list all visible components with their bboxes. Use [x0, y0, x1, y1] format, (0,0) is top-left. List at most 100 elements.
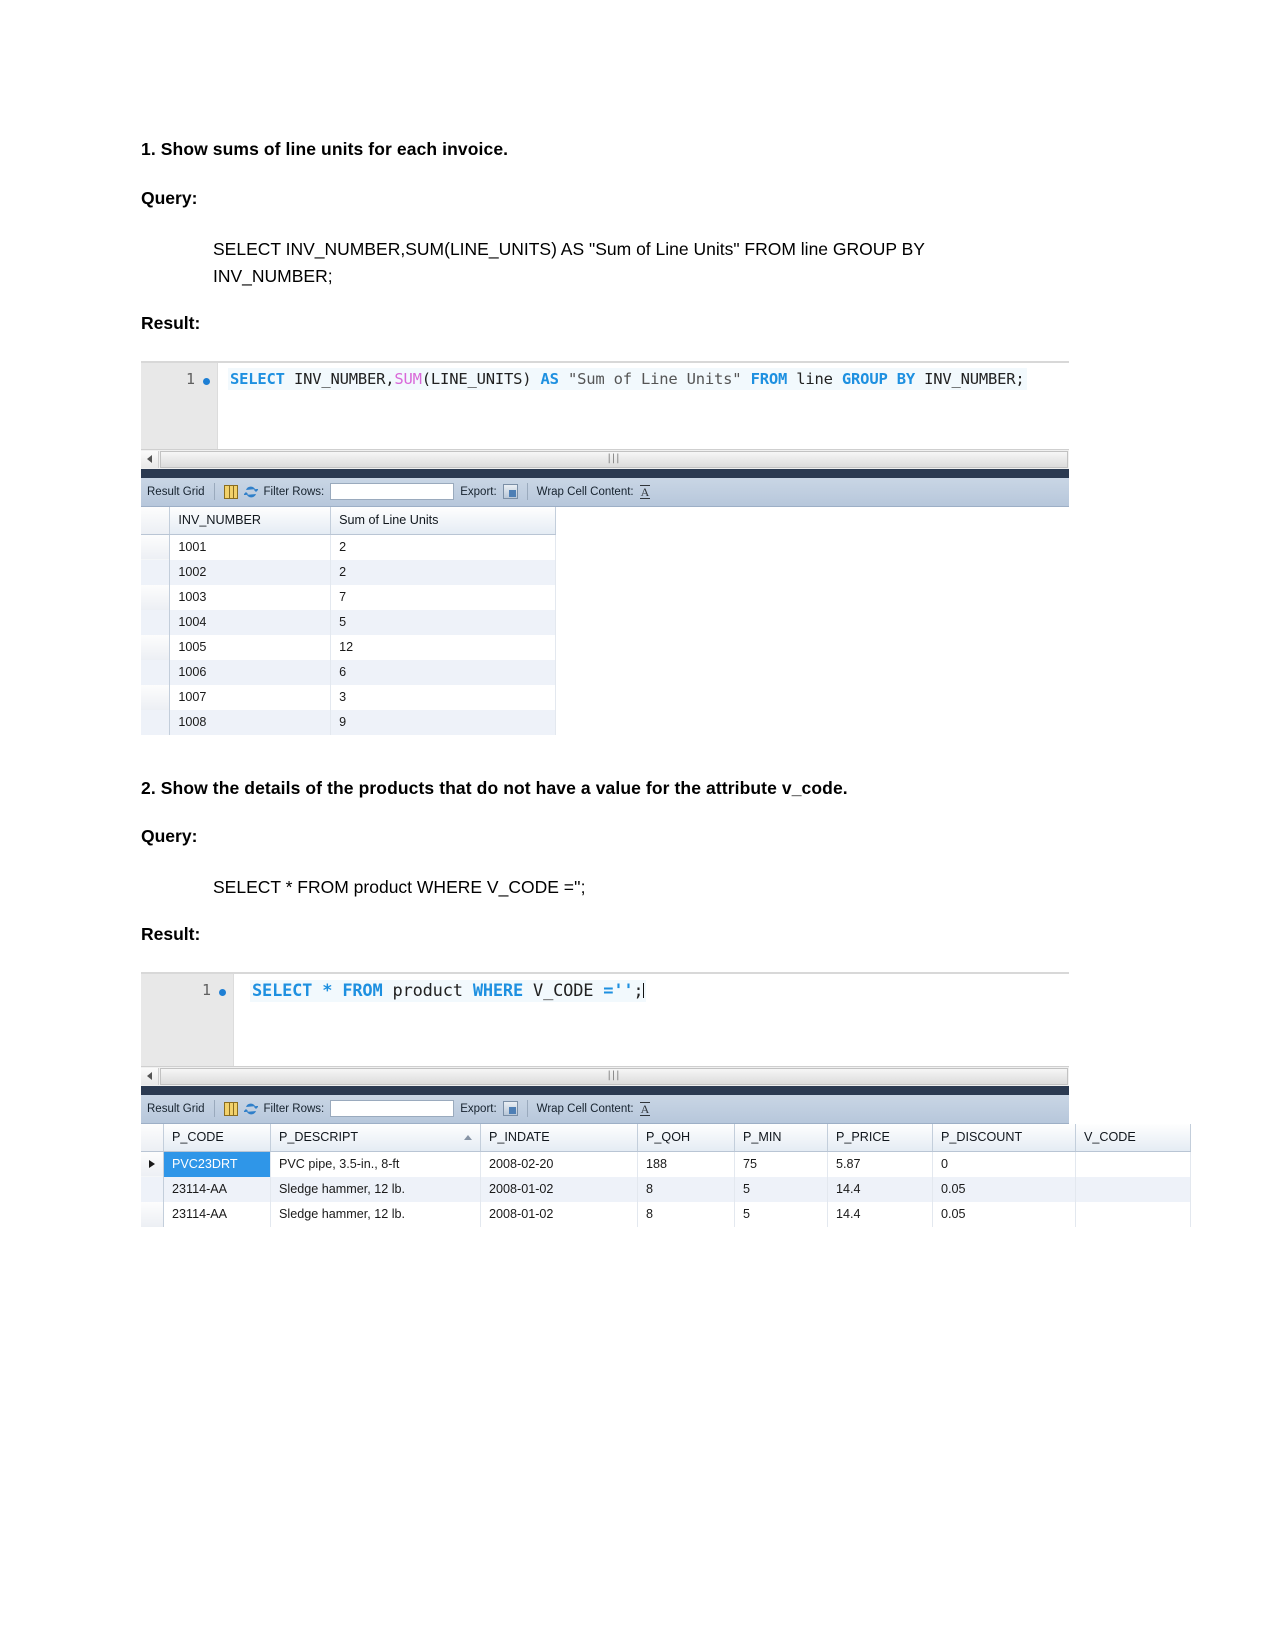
table-cell[interactable]: 1003: [169, 584, 332, 610]
table-cell[interactable]: [1075, 1151, 1191, 1177]
table-row[interactable]: 1002 2: [141, 559, 556, 585]
table-cell[interactable]: Sledge hammer, 12 lb.: [270, 1176, 481, 1202]
table-cell[interactable]: 0.05: [932, 1201, 1076, 1227]
sql-token: GROUP BY: [841, 369, 915, 388]
row-selector[interactable]: [141, 1201, 164, 1227]
table-row[interactable]: PVC23DRT PVC pipe, 3.5-in., 8-ft 2008-02-2…: [141, 1151, 1191, 1177]
sort-ascending-icon[interactable]: [464, 1135, 472, 1141]
table-cell[interactable]: [1075, 1201, 1191, 1227]
table-cell[interactable]: 23114-AA: [163, 1201, 271, 1227]
editor-horizontal-scrollbar-1[interactable]: |||: [141, 448, 1069, 469]
table-cell[interactable]: 23114-AA: [163, 1176, 271, 1202]
table-cell[interactable]: 6: [330, 659, 556, 685]
column-header-p-descript[interactable]: P_DESCRIPT: [270, 1123, 481, 1152]
row-selector[interactable]: [141, 634, 171, 660]
table-cell[interactable]: 1007: [169, 684, 332, 710]
column-header-p-min[interactable]: P_MIN: [734, 1123, 828, 1152]
table-row[interactable]: 23114-AA Sledge hammer, 12 lb. 2008-01-02 8…: [141, 1176, 1191, 1202]
filter-rows-input[interactable]: [330, 483, 455, 500]
table-cell[interactable]: 2008-02-20: [480, 1151, 638, 1177]
table-cell[interactable]: 5.87: [827, 1151, 933, 1177]
document-page: 1. Show sums of line units for each invo…: [0, 0, 1275, 1651]
table-cell[interactable]: 3: [330, 684, 556, 710]
editor-code-area-1[interactable]: SELECT INV_NUMBER,SUM(LINE_UNITS) AS "Su…: [218, 362, 1069, 449]
table-cell[interactable]: 1001: [169, 534, 332, 560]
table-cell[interactable]: 2: [330, 534, 556, 560]
wrap-cell-icon[interactable]: A: [639, 1101, 651, 1116]
table-cell[interactable]: 2: [330, 559, 556, 585]
table-cell[interactable]: 0: [932, 1151, 1076, 1177]
grid-view-icon[interactable]: [223, 1101, 238, 1116]
table-cell[interactable]: PVC23DRT: [163, 1151, 271, 1177]
table-cell[interactable]: 9: [330, 709, 556, 735]
scroll-left-arrow-icon[interactable]: [141, 1067, 159, 1085]
scrollbar-thumb[interactable]: |||: [160, 450, 1068, 468]
row-selector[interactable]: [141, 684, 171, 710]
export-icon[interactable]: [502, 1101, 518, 1117]
table-cell[interactable]: 1002: [169, 559, 332, 585]
table-cell[interactable]: 2008-01-02: [480, 1201, 638, 1227]
table-cell[interactable]: 12: [330, 634, 556, 660]
row-selector[interactable]: [141, 609, 171, 635]
grid-view-icon[interactable]: [223, 484, 238, 499]
table-cell[interactable]: PVC pipe, 3.5-in., 8-ft: [270, 1151, 481, 1177]
table-cell[interactable]: 8: [637, 1201, 735, 1227]
result-grid-table-2[interactable]: P_CODE P_DESCRIPT P_INDATE P_QOH P_MIN P_PRIC…: [141, 1123, 1191, 1227]
column-header-p-qoh[interactable]: P_QOH: [637, 1123, 735, 1152]
column-header-p-discount[interactable]: P_DISCOUNT: [932, 1123, 1076, 1152]
table-cell[interactable]: 2008-01-02: [480, 1176, 638, 1202]
column-header-p-price[interactable]: P_PRICE: [827, 1123, 933, 1152]
row-selector[interactable]: [141, 584, 171, 610]
table-cell[interactable]: 8: [637, 1176, 735, 1202]
table-cell[interactable]: 7: [330, 584, 556, 610]
row-selector[interactable]: [141, 709, 171, 735]
scroll-left-arrow-icon[interactable]: [141, 450, 159, 468]
column-header-v-code[interactable]: V_CODE: [1075, 1123, 1191, 1152]
table-row[interactable]: 1001 2: [141, 534, 556, 560]
column-header-sum-of-line-units[interactable]: Sum of Line Units: [330, 506, 556, 535]
editor-code-area-2[interactable]: SELECT * FROM product WHERE V_CODE ='';: [234, 973, 1069, 1066]
sql-token: V_CODE: [523, 980, 604, 1001]
export-icon[interactable]: [502, 484, 518, 499]
table-row[interactable]: 1008 9: [141, 709, 556, 735]
table-cell[interactable]: 188: [637, 1151, 735, 1177]
wrap-cell-icon[interactable]: A: [639, 484, 651, 499]
table-cell[interactable]: 1005: [169, 634, 332, 660]
refresh-icon[interactable]: [243, 1102, 258, 1116]
refresh-icon[interactable]: [243, 485, 258, 499]
table-cell[interactable]: Sledge hammer, 12 lb.: [270, 1201, 481, 1227]
scrollbar-thumb[interactable]: |||: [160, 1067, 1068, 1085]
editor-horizontal-scrollbar-2[interactable]: |||: [141, 1065, 1069, 1086]
table-cell[interactable]: 1006: [169, 659, 332, 685]
table-cell[interactable]: 75: [734, 1151, 828, 1177]
table-row[interactable]: 1003 7: [141, 584, 556, 610]
filter-rows-input[interactable]: [330, 1100, 455, 1118]
table-row[interactable]: 23114-AA Sledge hammer, 12 lb. 2008-01-02 8…: [141, 1201, 1191, 1227]
table-row[interactable]: 1005 12: [141, 634, 556, 660]
sql-editor-1[interactable]: 1 SELECT INV_NUMBER,SUM(LINE_UNITS) AS "…: [141, 360, 1069, 449]
row-selector[interactable]: [141, 1176, 164, 1202]
table-cell[interactable]: 1004: [169, 609, 332, 635]
row-selector[interactable]: [141, 659, 171, 685]
table-cell[interactable]: 1008: [169, 709, 332, 735]
table-cell[interactable]: 14.4: [827, 1201, 933, 1227]
column-header-inv-number[interactable]: INV_NUMBER: [169, 506, 332, 535]
table-cell[interactable]: 5: [330, 609, 556, 635]
column-header-p-code[interactable]: P_CODE: [163, 1123, 271, 1152]
table-cell[interactable]: 5: [734, 1201, 828, 1227]
row-selector[interactable]: [141, 1151, 164, 1177]
toolbar-divider: [213, 1100, 215, 1118]
table-cell[interactable]: 14.4: [827, 1176, 933, 1202]
table-cell[interactable]: 0.05: [932, 1176, 1076, 1202]
row-selector[interactable]: [141, 534, 171, 560]
table-row[interactable]: 1006 6: [141, 659, 556, 685]
sql-editor-2[interactable]: 1 SELECT * FROM product WHERE V_CODE =''…: [141, 971, 1069, 1066]
row-selector[interactable]: [141, 559, 171, 585]
table-cell[interactable]: 5: [734, 1176, 828, 1202]
table-row[interactable]: 1004 5: [141, 609, 556, 635]
result-grid-table-1[interactable]: INV_NUMBER Sum of Line Units 1001 2 1002 2 100…: [141, 506, 556, 735]
column-header-p-indate[interactable]: P_INDATE: [480, 1123, 638, 1152]
table-row[interactable]: 1007 3: [141, 684, 556, 710]
table-cell[interactable]: [1075, 1176, 1191, 1202]
